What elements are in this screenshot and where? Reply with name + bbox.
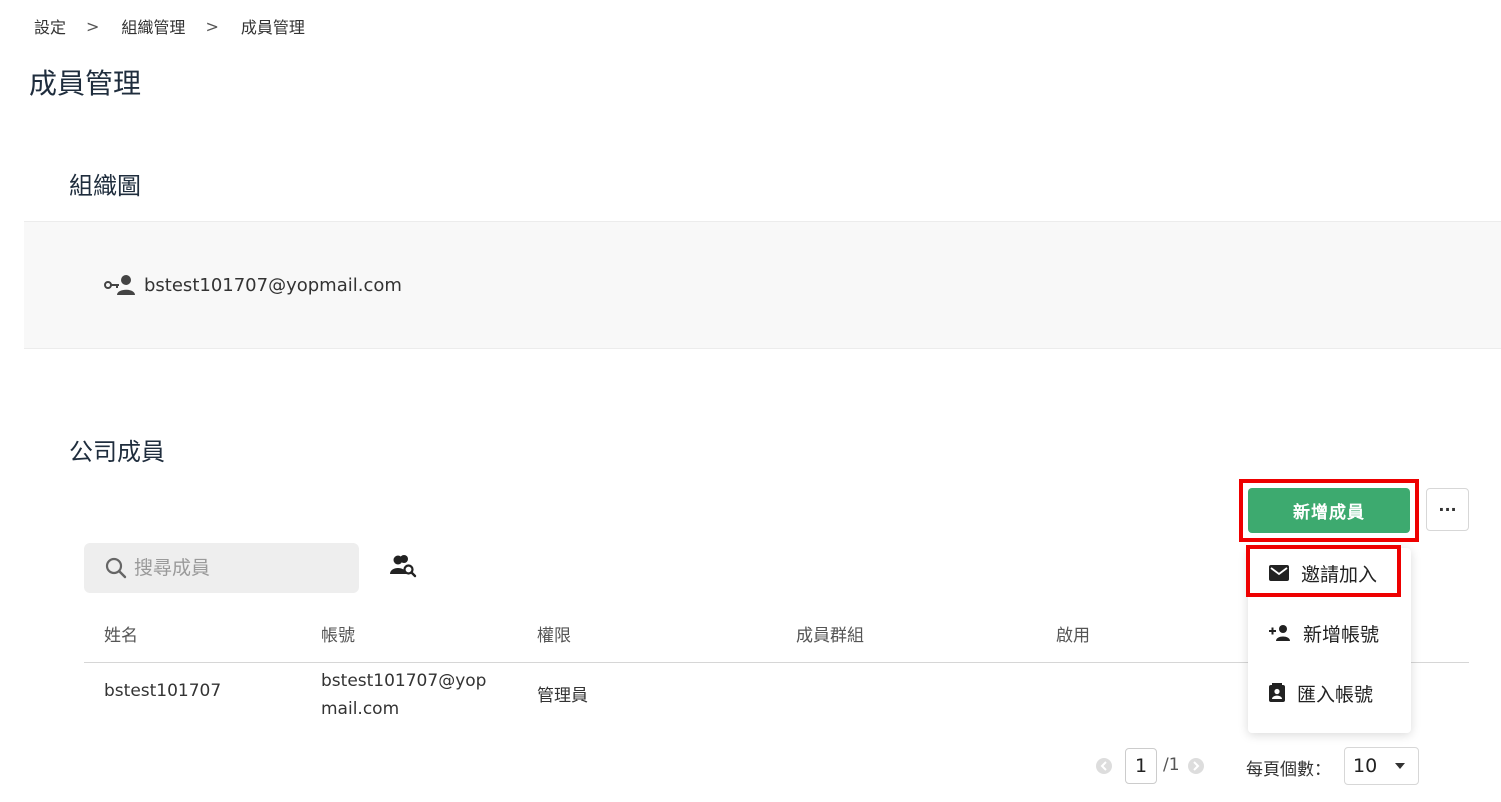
- dropdown-item-import-account[interactable]: 匯入帳號: [1248, 668, 1411, 718]
- caret-down-icon: [1395, 763, 1405, 769]
- breadcrumb-item-org-management[interactable]: 組織管理: [121, 14, 185, 38]
- prev-page-button[interactable]: [1096, 758, 1112, 774]
- org-chart-title: 組織圖: [69, 172, 141, 200]
- breadcrumb-item-member-management: 成員管理: [240, 18, 305, 37]
- member-account-cell: bstest101707@yop mail.com: [321, 667, 486, 723]
- dropdown-item-label: 新增帳號: [1303, 623, 1380, 646]
- current-page-input[interactable]: 1: [1125, 748, 1157, 784]
- member-account-line: mail.com: [321, 699, 400, 719]
- breadcrumb-separator: >: [205, 16, 219, 36]
- more-options-button[interactable]: ···: [1426, 488, 1469, 531]
- contact-card-icon: [1269, 683, 1285, 702]
- mail-icon: [1269, 565, 1289, 581]
- breadcrumb-item-settings[interactable]: 設定: [34, 14, 66, 38]
- next-page-button[interactable]: [1188, 758, 1204, 774]
- org-chart-panel: bstest101707@yopmail.com: [24, 221, 1501, 349]
- breadcrumb-separator: >: [86, 16, 100, 36]
- dropdown-item-label: 邀請加入: [1301, 563, 1378, 586]
- page-title: 成員管理: [29, 67, 142, 100]
- org-chart-node-label: bstest101707@yopmail.com: [144, 274, 402, 296]
- dropdown-item-invite[interactable]: 邀請加入: [1248, 548, 1411, 598]
- column-header-group[interactable]: 成員群組: [796, 621, 864, 646]
- per-page-value: 10: [1353, 755, 1378, 777]
- member-filter-search-button[interactable]: [390, 554, 418, 582]
- add-member-button[interactable]: 新增成員: [1248, 488, 1410, 533]
- column-header-account[interactable]: 帳號: [321, 621, 355, 646]
- member-account-line: bstest101707@yop: [321, 671, 487, 691]
- person-search-icon: [390, 555, 417, 578]
- chevron-right-icon: [1193, 761, 1200, 771]
- total-pages-label: /1: [1163, 755, 1180, 775]
- search-icon: [105, 557, 127, 579]
- column-header-role[interactable]: 權限: [537, 621, 571, 646]
- person-add-icon: [1269, 625, 1290, 641]
- member-role-cell: 管理員: [537, 686, 588, 706]
- per-page-select[interactable]: 10: [1344, 747, 1419, 785]
- chevron-left-icon: [1100, 761, 1107, 771]
- member-search-box[interactable]: [84, 543, 359, 593]
- add-member-dropdown: 邀請加入 新增帳號 匯入帳號: [1248, 548, 1411, 733]
- per-page-label: 每頁個數：: [1246, 760, 1331, 780]
- org-chart-root-node[interactable]: bstest101707@yopmail.com: [104, 274, 402, 296]
- admin-key-person-icon: [104, 275, 135, 295]
- member-name-cell: bstest101707: [104, 681, 222, 701]
- dropdown-item-label: 匯入帳號: [1297, 683, 1374, 706]
- column-header-name[interactable]: 姓名: [104, 621, 138, 646]
- members-title: 公司成員: [69, 438, 165, 466]
- member-search-input[interactable]: [132, 556, 346, 580]
- dropdown-item-add-account[interactable]: 新增帳號: [1248, 608, 1411, 658]
- column-header-enabled[interactable]: 啟用: [1056, 621, 1090, 646]
- breadcrumb: 設定 > 組織管理 > 成員管理: [34, 14, 305, 38]
